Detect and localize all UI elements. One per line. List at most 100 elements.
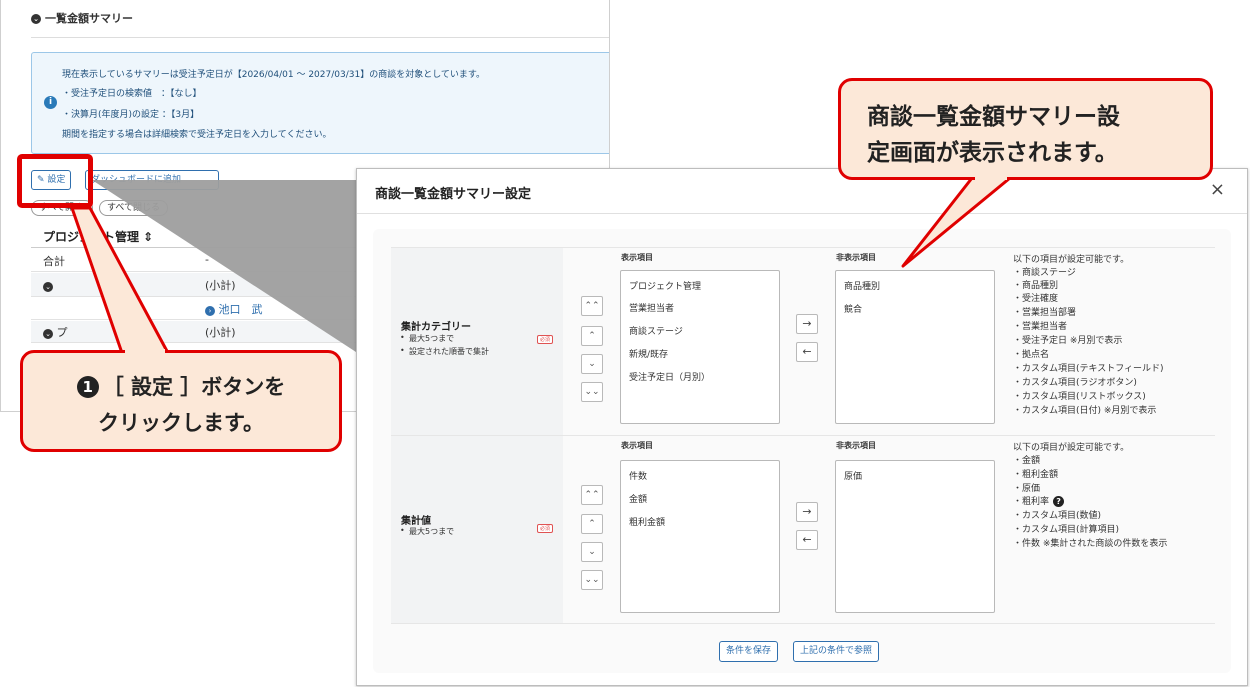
shown-items-header: 表示項目 bbox=[621, 253, 653, 262]
move-down-button[interactable]: ⌄ bbox=[581, 354, 603, 374]
available-item: ・カスタム項目(リストボックス) bbox=[1013, 392, 1146, 402]
chevron-down-icon: ⌄ bbox=[43, 282, 53, 292]
hidden-items-header: 非表示項目 bbox=[836, 253, 876, 262]
divider bbox=[391, 623, 1215, 624]
available-item-text: ・粗利率 bbox=[1013, 497, 1050, 507]
result-callout: 商談一覧金額サマリー設 定画面が表示されます。 bbox=[838, 78, 1213, 180]
info-line: 期間を指定する場合は詳細検索で受注予定日を入力してください。 bbox=[62, 130, 332, 140]
result-callout-line1: 商談一覧金額サマリー設 bbox=[867, 104, 1120, 130]
move-down-button[interactable]: ⌄ bbox=[581, 542, 603, 562]
move-right-button[interactable]: → bbox=[796, 314, 818, 334]
available-item: ・受注確度 bbox=[1013, 294, 1059, 304]
step-callout-text: ［ 設定 ］ボタンを bbox=[102, 375, 286, 399]
list-item[interactable]: 競合 bbox=[844, 302, 862, 315]
step-callout-line1: 1 ［ 設定 ］ボタンを bbox=[23, 371, 339, 401]
move-bottom-button[interactable]: ⌄⌄ bbox=[581, 570, 603, 590]
info-box: i 現在表示しているサマリーは受注予定日が【2026/04/01 ～ 2027/… bbox=[31, 52, 609, 154]
divider bbox=[357, 213, 1247, 214]
move-left-button[interactable]: ← bbox=[796, 530, 818, 550]
hidden-items-list[interactable]: 商品種別 競合 bbox=[835, 270, 995, 424]
step-number-badge: 1 bbox=[76, 376, 99, 398]
info-icon: i bbox=[44, 96, 57, 109]
move-bottom-button[interactable]: ⌄⌄ bbox=[581, 382, 603, 402]
available-item: ・拠点名 bbox=[1013, 350, 1050, 360]
add-to-dashboard-label: ダッシュボードに追加 bbox=[91, 175, 182, 185]
save-conditions-button[interactable]: 条件を保存 bbox=[719, 641, 779, 662]
available-item: ・商品種別 bbox=[1013, 281, 1059, 291]
required-badge: 必須 bbox=[537, 335, 553, 344]
info-line: ・決算月(年度月)の設定 ：【3月】 bbox=[62, 110, 200, 120]
available-item: ・件数 ※集計された商談の件数を表示 bbox=[1013, 539, 1168, 549]
list-item[interactable]: 商談ステージ bbox=[629, 324, 683, 337]
value-label-cell: 集計値 最大5つまで 必須 bbox=[391, 436, 563, 623]
available-item: ・金額 bbox=[1013, 456, 1041, 466]
available-item: ・原価 bbox=[1013, 484, 1041, 494]
step-callout: 1 ［ 設定 ］ボタンを クリックします。 bbox=[20, 350, 342, 452]
chevron-down-icon: ⌄ bbox=[43, 329, 53, 339]
list-item[interactable]: 原価 bbox=[844, 469, 862, 482]
list-item[interactable]: 営業担当者 bbox=[629, 301, 674, 314]
list-item[interactable]: 金額 bbox=[629, 492, 647, 505]
list-item[interactable]: 件数 bbox=[629, 469, 647, 482]
shown-items-list[interactable]: 件数 金額 粗利金額 bbox=[620, 460, 780, 613]
close-icon[interactable]: × bbox=[1210, 179, 1225, 200]
hidden-items-header: 非表示項目 bbox=[836, 441, 876, 450]
list-item[interactable]: 商品種別 bbox=[844, 279, 880, 292]
available-item: ・カスタム項目(テキストフィールド) bbox=[1013, 364, 1164, 374]
available-item: ・受注予定日 ※月別で表示 bbox=[1013, 336, 1123, 346]
available-item: ・カスタム項目(数値) bbox=[1013, 511, 1102, 521]
chevron-down-icon: ⌄ bbox=[31, 14, 41, 24]
list-item[interactable]: プロジェクト管理 bbox=[629, 279, 701, 292]
move-right-button[interactable]: → bbox=[796, 502, 818, 522]
collapse-all-button[interactable]: すべて閉じる bbox=[99, 200, 169, 216]
hidden-items-list[interactable]: 原価 bbox=[835, 460, 995, 613]
summary-settings-modal: 商談一覧金額サマリー設定 × 集計カテゴリー 最大5つまで 設定された順番で集計… bbox=[356, 168, 1248, 686]
table-cell: (小計) bbox=[205, 326, 236, 339]
value-name: 集計値 bbox=[401, 516, 431, 527]
step-callout-line2: クリックします。 bbox=[98, 411, 264, 435]
section-title-text: 一覧金額サマリー bbox=[45, 12, 133, 25]
available-item: ・カスタム項目(計算項目) bbox=[1013, 525, 1120, 535]
modal-body: 集計カテゴリー 最大5つまで 設定された順番で集計 必須 ⌃⌃ ⌃ ⌄ ⌄⌄ 表… bbox=[373, 229, 1231, 673]
category-label-cell: 集計カテゴリー 最大5つまで 設定された順番で集計 必須 bbox=[391, 248, 563, 435]
available-item: ・営業担当部署 bbox=[1013, 308, 1077, 318]
person-link[interactable]: › 池口 武 bbox=[205, 301, 263, 317]
result-callout-line2: 定画面が表示されます。 bbox=[867, 140, 1118, 166]
available-item: ・商談ステージ bbox=[1013, 268, 1076, 278]
list-item[interactable]: 受注予定日（月別） bbox=[629, 370, 710, 383]
available-item: ・粗利金額 bbox=[1013, 470, 1059, 480]
available-item: ・カスタム項目(ラジオボタン) bbox=[1013, 378, 1137, 388]
value-setting: 集計値 最大5つまで 必須 ⌃⌃ ⌃ ⌄ ⌄⌄ 表示項目 件数 金額 粗利金額 … bbox=[391, 435, 1215, 623]
available-item: ・粗利率? bbox=[1013, 494, 1065, 507]
info-line: ・受注予定日の検索値 ：【なし】 bbox=[62, 89, 202, 99]
required-badge: 必須 bbox=[537, 524, 553, 533]
available-item: ・カスタム項目(日付) ※月別で表示 bbox=[1013, 406, 1157, 416]
table-cell: プ bbox=[56, 326, 68, 339]
chevron-right-icon: › bbox=[205, 306, 215, 316]
move-top-button[interactable]: ⌃⌃ bbox=[581, 296, 603, 316]
shown-items-list[interactable]: プロジェクト管理 営業担当者 商談ステージ 新規/既存 受注予定日（月別） bbox=[620, 270, 780, 424]
move-up-button[interactable]: ⌃ bbox=[581, 326, 603, 346]
move-left-button[interactable]: ← bbox=[796, 342, 818, 362]
available-title: 以下の項目が設定可能です。 bbox=[1013, 443, 1130, 453]
move-up-button[interactable]: ⌃ bbox=[581, 514, 603, 534]
move-top-button[interactable]: ⌃⌃ bbox=[581, 485, 603, 505]
section-title[interactable]: ⌄ 一覧金額サマリー bbox=[31, 10, 133, 26]
expand-row-toggle[interactable]: ⌄ プ bbox=[43, 324, 68, 340]
help-icon[interactable]: ? bbox=[1053, 496, 1065, 507]
category-note: 最大5つまで bbox=[400, 333, 454, 344]
divider bbox=[31, 37, 609, 38]
settings-button-highlight bbox=[17, 154, 93, 208]
view-with-conditions-button[interactable]: 上記の条件で参照 bbox=[793, 641, 880, 662]
category-note: 設定された順番で集計 bbox=[400, 346, 489, 357]
available-item: ・営業担当者 bbox=[1013, 322, 1068, 332]
list-item[interactable]: 粗利金額 bbox=[629, 515, 665, 528]
available-title: 以下の項目が設定可能です。 bbox=[1013, 255, 1130, 265]
table-header-label: プロジェクト管理 ⇕ bbox=[43, 230, 154, 244]
list-item[interactable]: 新規/既存 bbox=[629, 347, 668, 360]
expand-row-toggle[interactable]: ⌄ bbox=[43, 279, 53, 292]
info-line: 現在表示しているサマリーは受注予定日が【2026/04/01 ～ 2027/03… bbox=[62, 70, 486, 80]
shown-items-header: 表示項目 bbox=[621, 441, 653, 450]
table-cell: (小計) bbox=[205, 279, 236, 292]
add-to-dashboard-button[interactable]: ダッシュボードに追加 bbox=[85, 170, 219, 190]
